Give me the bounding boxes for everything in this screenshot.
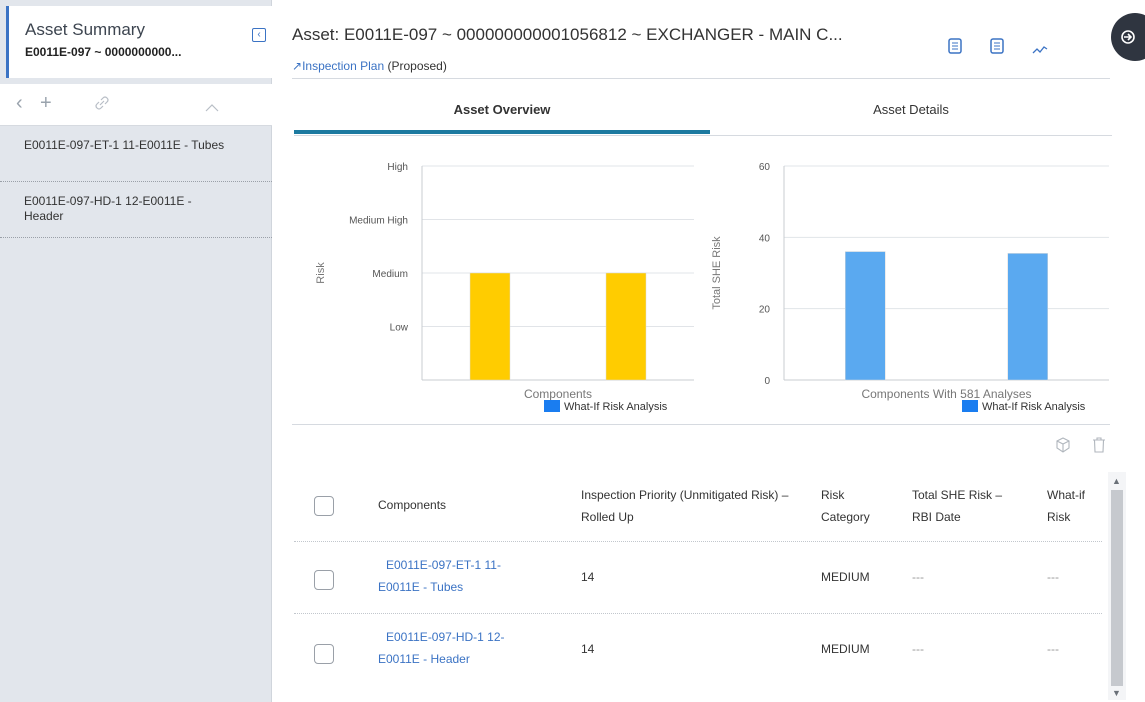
component-link[interactable]: E0011E-097-HD-1 12-E0011E - Header <box>378 626 528 670</box>
row-checkbox[interactable] <box>314 570 334 590</box>
table-row: E0011E-097-ET-1 11-E0011E - Tubes 14 MED… <box>294 542 1102 614</box>
priority-cell: 14 <box>581 570 595 584</box>
back-icon[interactable]: ‹ <box>16 92 23 114</box>
sidebar: Asset Summary E0011E-097 ~ 0000000000...… <box>0 0 272 702</box>
bar <box>1007 253 1048 381</box>
she-risk-cell: --- <box>912 642 924 656</box>
components-table: Components Inspection Priority (Unmitiga… <box>294 472 1102 686</box>
she-risk-cell: --- <box>912 570 924 584</box>
header-divider <box>292 78 1110 79</box>
y-tick-label: Low <box>390 323 409 334</box>
column-header-whatif-risk[interactable]: What-if Risk <box>1047 484 1097 528</box>
tab-asset-overview[interactable]: Asset Overview <box>294 88 710 134</box>
tab-asset-details[interactable]: Asset Details <box>710 88 1112 134</box>
main-panel: Asset: E0011E-097 ~ 000000000001056812 ~… <box>272 0 1145 702</box>
legend-label: What-If Risk Analysis <box>564 401 668 413</box>
y-tick-label: Medium High <box>349 216 408 227</box>
sidebar-list: E0011E-097-ET-1 11-E0011E - Tubes E0011E… <box>0 126 272 238</box>
sidebar-title: Asset Summary <box>25 20 145 39</box>
y-tick-label: Medium <box>372 269 408 280</box>
risk-chart: Low Medium Medium High High Risk Components Wh… <box>294 148 704 420</box>
legend-swatch <box>544 400 560 412</box>
whatif-risk-cell: --- <box>1047 642 1059 656</box>
scroll-up-icon[interactable]: ▲ <box>1112 476 1121 486</box>
sidebar-subtitle: E0011E-097 ~ 0000000000... <box>25 45 182 59</box>
column-header-she-risk[interactable]: Total SHE Risk – RBI Date <box>912 484 1022 528</box>
expand-panel-button[interactable] <box>1111 13 1145 61</box>
inspection-plan-link[interactable]: Inspection Plan <box>302 59 384 73</box>
bar <box>845 251 886 381</box>
charts-divider <box>292 424 1110 425</box>
page-title: Asset: E0011E-097 ~ 000000000001056812 ~… <box>292 25 843 44</box>
risk-category-cell: MEDIUM <box>821 642 870 656</box>
y-tick-label: 0 <box>764 376 770 387</box>
risk-category-cell: MEDIUM <box>821 570 870 584</box>
sidebar-item[interactable]: E0011E-097-ET-1 11-E0011E - Tubes <box>0 126 272 182</box>
y-tick-label: 60 <box>759 162 771 173</box>
legend-swatch <box>962 400 978 412</box>
column-header-components[interactable]: Components <box>378 494 446 516</box>
column-header-risk-category[interactable]: Risk Category <box>821 484 891 528</box>
plan-link-row: ↗Inspection Plan (Proposed) <box>292 59 447 73</box>
component-link[interactable]: E0011E-097-ET-1 11-E0011E - Tubes <box>378 554 528 598</box>
sidebar-item-label: E0011E-097-HD-1 12-E0011E - Header <box>24 194 192 223</box>
risk-chart-svg: Low Medium Medium High High Risk ComponentsWh… <box>315 162 694 413</box>
cube-icon[interactable] <box>1055 437 1071 458</box>
priority-cell: 14 <box>581 642 595 656</box>
sidebar-toolbar: ‹ + <box>0 84 272 126</box>
select-all-checkbox[interactable] <box>314 496 334 516</box>
y-axis-label: Total SHE Risk <box>711 236 723 310</box>
bar <box>605 272 647 381</box>
chevron-up-icon[interactable] <box>204 96 220 118</box>
sidebar-header: Asset Summary E0011E-097 ~ 0000000000...… <box>6 6 272 78</box>
scroll-down-icon[interactable]: ▼ <box>1112 688 1121 698</box>
bar <box>469 272 511 381</box>
whatif-risk-cell: --- <box>1047 570 1059 584</box>
table-header-row: Components Inspection Priority (Unmitiga… <box>294 472 1102 542</box>
x-axis-label: Components With 581 Analyses <box>861 387 1031 401</box>
trash-icon[interactable] <box>1092 437 1106 458</box>
link-icon[interactable] <box>94 94 110 116</box>
x-axis-label: Components <box>524 387 592 401</box>
plan-status: (Proposed) <box>387 59 447 73</box>
document-icon[interactable] <box>948 38 962 59</box>
y-tick-label: 20 <box>759 305 771 316</box>
y-tick-label: High <box>387 162 408 173</box>
table-scrollbar[interactable]: ▲ ▼ <box>1108 472 1126 700</box>
table-row: E0011E-097-HD-1 12-E0011E - Header 14 ME… <box>294 614 1102 686</box>
tab-bar: Asset Overview Asset Details <box>294 88 1112 136</box>
legend-label: What-If Risk Analysis <box>982 401 1086 413</box>
y-tick-label: 40 <box>759 233 771 244</box>
trend-icon[interactable] <box>1032 42 1048 60</box>
sidebar-item-label: E0011E-097-ET-1 11-E0011E - Tubes <box>24 138 225 152</box>
external-link-icon[interactable]: ↗ <box>292 59 302 73</box>
y-axis-label: Risk <box>315 262 327 284</box>
column-header-priority[interactable]: Inspection Priority (Unmitigated Risk) –… <box>581 484 791 528</box>
sidebar-item[interactable]: E0011E-097-HD-1 12-E0011E - Header <box>0 182 272 238</box>
row-checkbox[interactable] <box>314 644 334 664</box>
add-icon[interactable]: + <box>40 92 52 114</box>
she-risk-chart: 0 20 40 60 Total SHE Risk Components With 581… <box>704 148 1112 420</box>
report-icon[interactable] <box>990 38 1004 59</box>
collapse-sidebar-icon[interactable]: ‹ <box>252 28 266 42</box>
she-risk-chart-svg: 0 20 40 60 Total SHE Risk Components With 581… <box>711 162 1109 413</box>
scroll-thumb[interactable] <box>1111 490 1123 686</box>
